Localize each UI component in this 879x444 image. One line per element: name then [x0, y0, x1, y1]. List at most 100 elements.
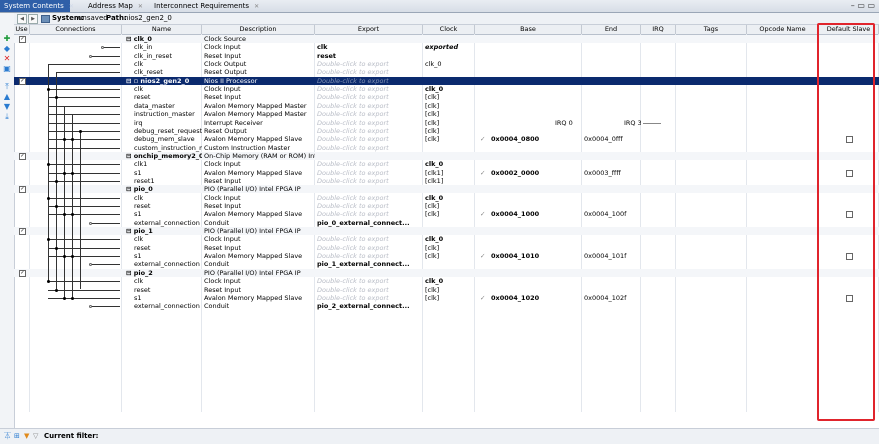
interface-row[interactable]: external_connection Conduit pio_1_external… [14, 260, 879, 268]
interface-row[interactable]: reset1 Reset Input Double-click to export[… [14, 177, 879, 185]
column-header-name[interactable]: Name [122, 25, 202, 34]
export-placeholder[interactable]: Double-click to export [315, 77, 423, 85]
interface-row[interactable]: clk_in Clock Input clk exported [14, 43, 879, 51]
interface-row[interactable]: s1 Avalon Memory Mapped Slave Double-click… [14, 169, 879, 177]
export-placeholder[interactable]: Double-click to export [315, 252, 423, 260]
filter-icon[interactable]: ▼ [24, 433, 31, 440]
export-placeholder[interactable]: Double-click to export [315, 60, 423, 68]
tab-address-map[interactable]: Address Map ✕ [84, 0, 143, 12]
interface-row[interactable]: reset Reset Input Double-click to export [c… [14, 244, 879, 252]
export-placeholder[interactable]: Double-click to export [315, 244, 423, 252]
component-row[interactable]: ✓ ⊟ pio_1 PIO (Parallel I/O) Intel FPGA IP [14, 227, 879, 236]
component-row[interactable]: ✓ ⊟ pio_2 PIO (Parallel I/O) Intel FPGA IP [14, 268, 879, 277]
interface-row[interactable]: data_master Avalon Memory Mapped Master Do… [14, 102, 879, 110]
lock-icon[interactable]: ✓ [478, 210, 488, 218]
move-up-icon[interactable]: ▲ [3, 93, 11, 101]
clear-filter-icon[interactable]: ▽ [33, 433, 40, 440]
back-button[interactable]: ◀ [17, 14, 27, 24]
interface-row[interactable]: instruction_master Avalon Memory Mapped M… [14, 110, 879, 118]
lock-icon[interactable]: ✓ [478, 169, 488, 177]
component-icon[interactable]: ◆ [3, 45, 11, 53]
export-placeholder[interactable]: Double-click to export [315, 286, 423, 294]
export-placeholder[interactable]: Double-click to export [315, 68, 423, 76]
export-placeholder[interactable]: Double-click to export [315, 294, 423, 302]
use-checkbox[interactable]: ✓ [19, 228, 26, 236]
move-bottom-icon[interactable]: ⤓ [3, 113, 11, 121]
interface-row[interactable]: clk Clock Output Double-click to export clk… [14, 60, 879, 68]
export-placeholder[interactable]: Double-click to export [315, 210, 423, 218]
base-address-cell[interactable]: 0x0002_0000 [489, 169, 582, 177]
interface-row[interactable]: external_connection Conduit pio_0_external… [14, 219, 879, 227]
export-placeholder[interactable]: Double-click to export [315, 160, 423, 168]
lock-icon[interactable]: ✓ [478, 252, 488, 260]
lock-icon[interactable]: ✓ [478, 135, 488, 143]
column-header-opcode-name[interactable]: Opcode Name [747, 25, 819, 34]
use-checkbox[interactable]: ✓ [19, 269, 26, 277]
add-icon[interactable]: ✚ [3, 35, 11, 43]
column-header-export[interactable]: Export [315, 25, 423, 34]
use-checkbox[interactable]: ✓ [19, 186, 26, 194]
column-header-connections[interactable]: Connections [30, 25, 122, 34]
export-placeholder[interactable]: Double-click to export [315, 135, 423, 143]
hierarchy-icon[interactable]: ⊞ [14, 433, 21, 440]
interface-row[interactable]: debug_reset_request Reset Output Double-cl… [14, 127, 879, 135]
remove-icon[interactable]: ✕ [3, 55, 11, 63]
tab-system-contents[interactable]: System Contents ✕ [0, 0, 74, 12]
interface-row[interactable]: reset Reset Input Double-click to export [c… [14, 286, 879, 294]
interface-row[interactable]: clk Clock Input Double-click to export clk_… [14, 277, 879, 285]
export-placeholder[interactable]: Double-click to export [315, 194, 423, 202]
lock-icon[interactable]: ✓ [478, 294, 488, 302]
export-placeholder[interactable]: Double-click to export [315, 110, 423, 118]
export-placeholder[interactable]: Double-click to export [315, 177, 423, 185]
interface-row[interactable]: custom_instruction_m...Custom Instructio… [14, 144, 879, 152]
edit-icon[interactable]: ▣ [3, 65, 11, 73]
interface-row[interactable]: s1 Avalon Memory Mapped Slave Double-click… [14, 210, 879, 219]
export-placeholder[interactable]: Double-click to export [315, 169, 423, 177]
move-top-icon[interactable]: ⤒ [3, 83, 11, 91]
base-address-cell[interactable]: 0x0004_1020 [489, 294, 582, 302]
export-placeholder[interactable]: Double-click to export [315, 127, 423, 135]
column-header-tags[interactable]: Tags [676, 25, 747, 34]
export-placeholder[interactable]: Double-click to export [315, 235, 423, 243]
interface-row[interactable]: clk_reset Reset Output Double-click to exp… [14, 68, 879, 76]
column-header-end[interactable]: End [582, 25, 641, 34]
interface-row[interactable]: clk Clock Input Double-click to export clk_… [14, 85, 879, 93]
column-header-base[interactable]: Base [475, 25, 582, 34]
column-header-use[interactable]: Use [14, 25, 30, 34]
component-row[interactable]: ✓ ⊟ onchip_memory2_0 On-Chip Memory (RAM o… [14, 151, 879, 160]
export-placeholder[interactable]: Double-click to export [315, 277, 423, 285]
interface-row[interactable]: debug_mem_slave Avalon Memory Mapped Slav… [14, 135, 879, 144]
move-down-icon[interactable]: ▼ [3, 103, 11, 111]
export-placeholder[interactable]: Double-click to export [315, 144, 423, 152]
tab-interconnect-requirements[interactable]: Interconnect Requirements ✕ [150, 0, 259, 12]
close-icon[interactable]: ✕ [138, 3, 143, 10]
column-header-description[interactable]: Description [202, 25, 315, 34]
export-placeholder[interactable]: Double-click to export [315, 93, 423, 101]
close-icon[interactable]: ✕ [69, 3, 74, 10]
interface-row[interactable]: reset Reset Input Double-click to export [c… [14, 202, 879, 210]
column-header-clock[interactable]: Clock [423, 25, 475, 34]
base-address-cell[interactable]: 0x0004_1010 [489, 252, 582, 260]
component-row[interactable]: ✓ ⊟ clk_0 Clock Source [14, 35, 879, 43]
interface-row[interactable]: reset Reset Input Double-click to export [c… [14, 93, 879, 101]
interface-row[interactable]: external_connection Conduit pio_2_external… [14, 302, 879, 310]
base-address-cell[interactable]: 0x0004_0800 [489, 135, 582, 143]
component-row[interactable]: ✓ ⊟ ▫ nios2_gen2_0 Nios II Processor Double… [14, 76, 879, 85]
use-checkbox[interactable]: ✓ [19, 36, 26, 43]
interface-row[interactable]: s1 Avalon Memory Mapped Slave Double-click… [14, 294, 879, 302]
interface-row[interactable]: clk Clock Input Double-click to export clk_… [14, 194, 879, 202]
base-address-cell[interactable]: 0x0004_1000 [489, 210, 582, 218]
column-header-irq[interactable]: IRQ [641, 25, 676, 34]
interface-row[interactable]: clk1 Clock Input Double-click to export clk… [14, 160, 879, 168]
component-row[interactable]: ✓ ⊟ pio_0 PIO (Parallel I/O) Intel FPGA IP [14, 185, 879, 194]
export-placeholder[interactable]: Double-click to export [315, 202, 423, 210]
export-placeholder[interactable]: Double-click to export [315, 102, 423, 110]
use-checkbox[interactable]: ✓ [19, 77, 26, 85]
filter-funnel-icon[interactable]: ⏄ [4, 433, 11, 440]
use-checkbox[interactable]: ✓ [19, 152, 26, 160]
close-icon[interactable]: ✕ [254, 3, 259, 10]
interface-row[interactable]: clk Clock Input Double-click to export clk_… [14, 235, 879, 243]
interface-row[interactable]: irq Interrupt Receiver Double-click to exp… [14, 119, 879, 127]
export-placeholder[interactable]: Double-click to export [315, 85, 423, 93]
forward-button[interactable]: ▶ [28, 14, 38, 24]
